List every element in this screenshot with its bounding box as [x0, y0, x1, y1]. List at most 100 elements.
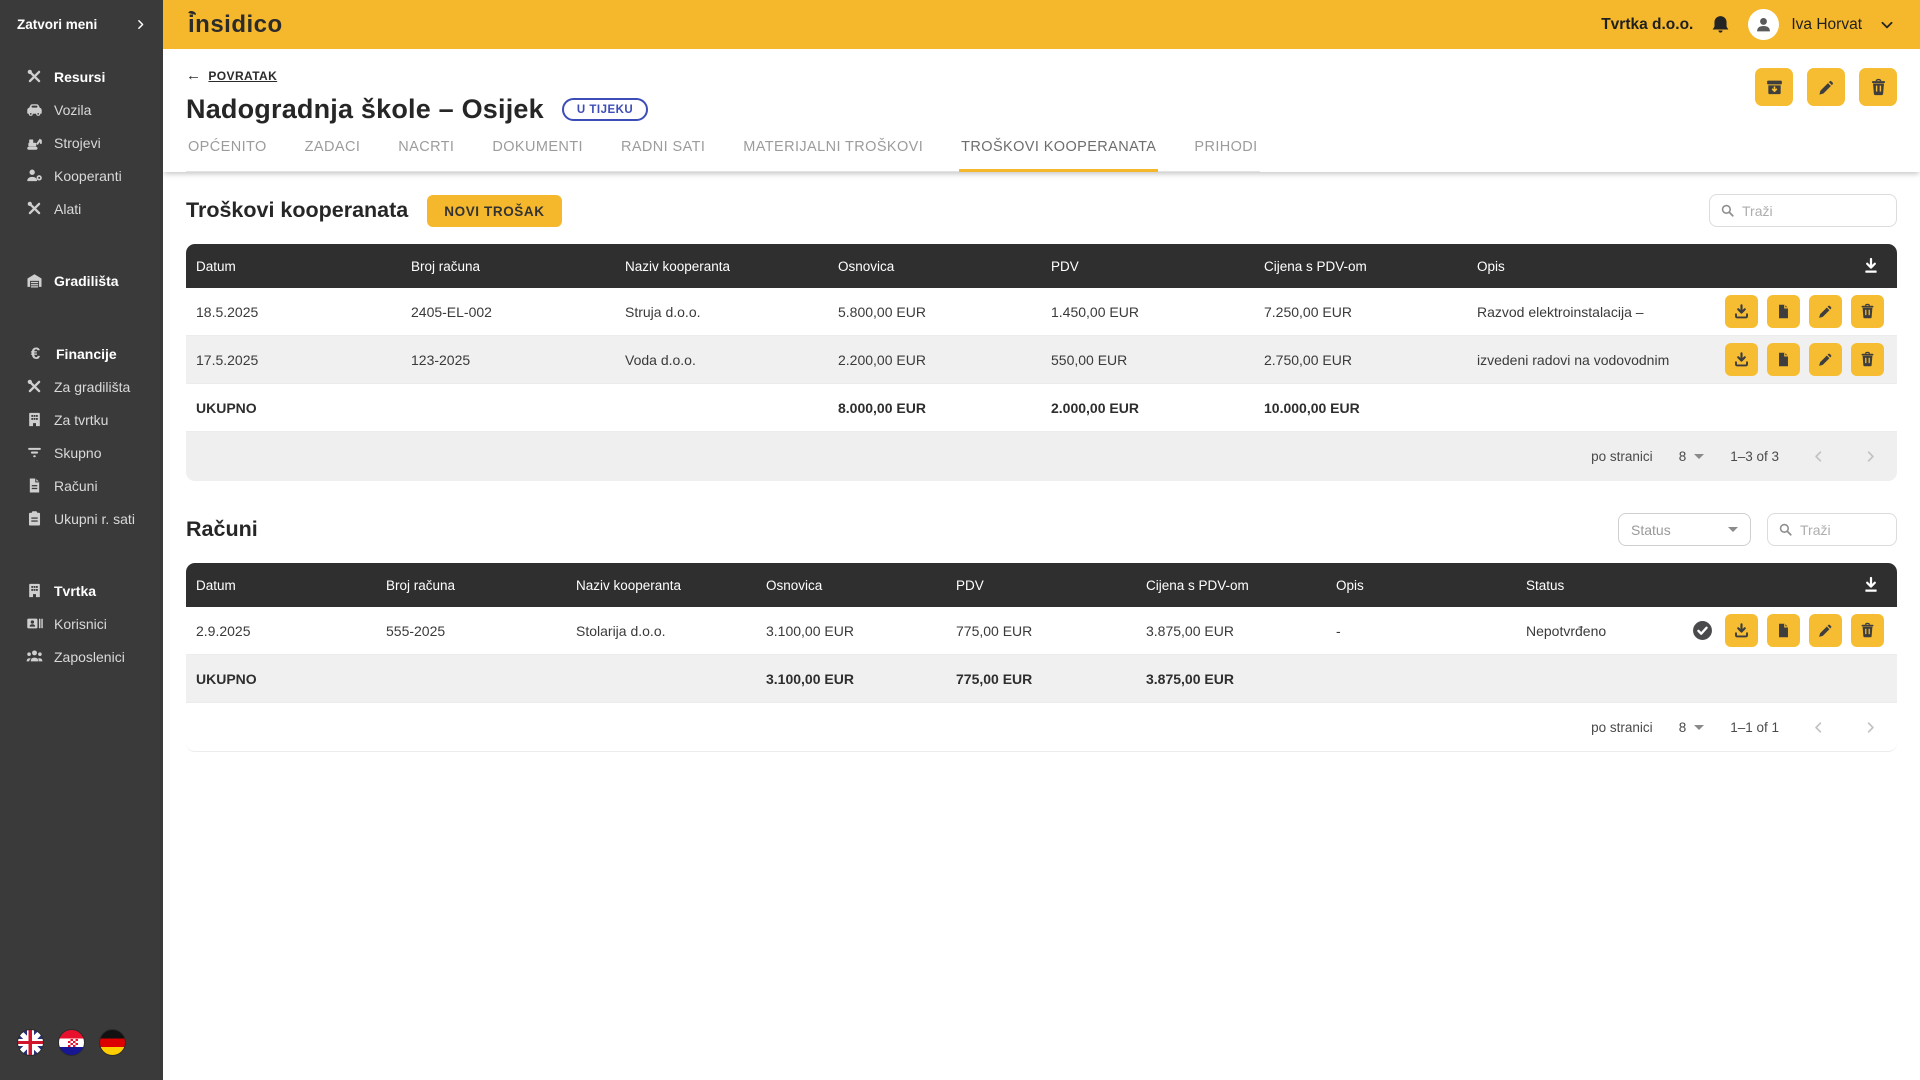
page-range: 1–1 of 1	[1730, 720, 1779, 735]
delete-row-button[interactable]	[1851, 614, 1884, 647]
sidebar-item-za-gradilista[interactable]: Za gradilišta	[0, 370, 163, 403]
building-icon	[26, 411, 43, 428]
delete-row-button[interactable]	[1851, 343, 1884, 376]
edit-row-button[interactable]	[1809, 614, 1842, 647]
download-icon	[1733, 351, 1750, 368]
sidebar-item-label: Gradilišta	[54, 273, 119, 289]
cell-naziv: Struja d.o.o.	[615, 304, 828, 320]
tab-opcenito[interactable]: OPĆENITO	[186, 126, 269, 172]
back-link[interactable]: ← POVRATAK	[186, 67, 277, 84]
tab-dokumenti[interactable]: DOKUMENTI	[490, 126, 585, 172]
download-table-icon[interactable]	[1862, 257, 1880, 275]
id-card-icon	[26, 615, 43, 632]
per-page-select[interactable]: 8	[1679, 449, 1705, 464]
edit-row-button[interactable]	[1809, 343, 1842, 376]
tab-materijalni-troskovi[interactable]: MATERIJALNI TROŠKOVI	[741, 126, 925, 172]
confirm-check-icon[interactable]	[1692, 620, 1713, 641]
edit-row-button[interactable]	[1809, 295, 1842, 328]
document-row-button[interactable]	[1767, 614, 1800, 647]
sidebar-item-label: Ukupni r. sati	[54, 511, 135, 527]
sidebar-item-za-tvrtku[interactable]: Za tvrtku	[0, 403, 163, 436]
status-badge: U TIJEKU	[562, 98, 648, 121]
tab-prihodi[interactable]: PRIHODI	[1192, 126, 1259, 172]
croatian-flag[interactable]	[58, 1029, 85, 1056]
sidebar-item-label: Vozila	[54, 102, 91, 118]
new-cost-button[interactable]: NOVI TROŠAK	[427, 195, 561, 227]
sidebar-item-korisnici[interactable]: Korisnici	[0, 607, 163, 640]
next-page-button[interactable]	[1857, 714, 1883, 740]
archive-project-button[interactable]	[1755, 68, 1793, 106]
per-page-select[interactable]: 8	[1679, 720, 1705, 735]
sidebar-item-racuni[interactable]: Računi	[0, 469, 163, 502]
download-icon	[1733, 303, 1750, 320]
cell-osnovica: 3.100,00 EUR	[756, 623, 946, 639]
invoices-section: Računi Status Datum Broj računa Naziv ko…	[163, 513, 1920, 752]
close-menu-toggle[interactable]: Zatvori meni	[0, 0, 163, 32]
tab-nacrti[interactable]: NACRTI	[396, 126, 456, 172]
download-row-button[interactable]	[1725, 614, 1758, 647]
download-icon	[1733, 622, 1750, 639]
sidebar-item-label: Strojevi	[54, 135, 101, 151]
next-page-button[interactable]	[1857, 444, 1883, 470]
sidebar-item-vozila[interactable]: Vozila	[0, 93, 163, 126]
invoices-table-footer: po stranici 8 1–1 of 1	[186, 703, 1897, 752]
filter-icon	[26, 444, 43, 461]
costs-section-title: Troškovi kooperanata	[186, 198, 408, 223]
table-row: 2.9.2025 555-2025 Stolarija d.o.o. 3.100…	[186, 607, 1897, 655]
chevron-left-icon	[1811, 449, 1826, 464]
sidebar-item-label: Računi	[54, 478, 98, 494]
cell-broj-racuna: 123-2025	[401, 352, 615, 368]
sidebar-item-tvrtka[interactable]: Tvrtka	[0, 574, 163, 607]
tab-zadaci[interactable]: ZADACI	[303, 126, 363, 172]
tools-icon	[26, 378, 43, 395]
cell-datum: 17.5.2025	[186, 352, 401, 368]
search-icon	[1778, 522, 1793, 537]
prev-page-button[interactable]	[1805, 714, 1831, 740]
sidebar-item-label: Financije	[56, 346, 117, 362]
sidebar-item-kooperanti[interactable]: Kooperanti	[0, 159, 163, 192]
column-header: Broj računa	[401, 259, 615, 274]
invoices-search-input[interactable]	[1800, 522, 1886, 538]
english-flag[interactable]	[17, 1029, 44, 1056]
edit-project-button[interactable]	[1807, 68, 1845, 106]
sidebar-item-alati[interactable]: Alati	[0, 192, 163, 225]
download-row-button[interactable]	[1725, 343, 1758, 376]
prev-page-button[interactable]	[1805, 444, 1831, 470]
sidebar-item-ukupni-r-sati[interactable]: Ukupni r. sati	[0, 502, 163, 535]
app-logo[interactable]: insidico	[188, 11, 283, 39]
sidebar-item-gradilista[interactable]: Gradilišta	[0, 264, 163, 297]
download-row-button[interactable]	[1725, 295, 1758, 328]
bell-icon[interactable]	[1710, 14, 1731, 35]
avatar[interactable]	[1748, 9, 1779, 40]
delete-row-button[interactable]	[1851, 295, 1884, 328]
delete-project-button[interactable]	[1859, 68, 1897, 106]
status-filter-select[interactable]: Status	[1618, 513, 1751, 546]
building-icon	[26, 582, 43, 599]
costs-search-input[interactable]	[1742, 203, 1886, 219]
tab-troskovi-kooperanata[interactable]: TROŠKOVI KOOPERANATA	[959, 126, 1158, 172]
sidebar-item-zaposlenici[interactable]: Zaposlenici	[0, 640, 163, 673]
costs-table-footer: po stranici 8 1–3 of 3	[186, 432, 1897, 481]
tab-radni-sati[interactable]: RADNI SATI	[619, 126, 707, 172]
main-content: ← POVRATAK Nadogradnja škole – Osijek U …	[163, 49, 1920, 1080]
download-table-icon[interactable]	[1862, 576, 1880, 594]
document-row-button[interactable]	[1767, 295, 1800, 328]
car-icon	[26, 101, 43, 118]
document-row-button[interactable]	[1767, 343, 1800, 376]
german-flag[interactable]	[99, 1029, 126, 1056]
column-header: Opis	[1326, 578, 1516, 593]
cell-naziv: Stolarija d.o.o.	[566, 623, 756, 639]
cell-cijena: 3.875,00 EUR	[1136, 623, 1326, 639]
totals-row: UKUPNO 8.000,00 EUR 2.000,00 EUR 10.000,…	[186, 384, 1897, 432]
total-label: UKUPNO	[186, 671, 376, 687]
sidebar-item-resursi[interactable]: Resursi	[0, 60, 163, 93]
status-filter-label: Status	[1631, 522, 1671, 538]
sidebar-item-skupno[interactable]: Skupno	[0, 436, 163, 469]
sidebar-item-financije[interactable]: € Financije	[0, 337, 163, 370]
sidebar-item-strojevi[interactable]: Strojevi	[0, 126, 163, 159]
chevron-right-icon	[1863, 449, 1878, 464]
column-header: PDV	[1041, 259, 1254, 274]
chevron-down-icon	[1694, 725, 1704, 730]
chevron-down-icon[interactable]	[1879, 17, 1895, 33]
cell-broj-racuna: 555-2025	[376, 623, 566, 639]
